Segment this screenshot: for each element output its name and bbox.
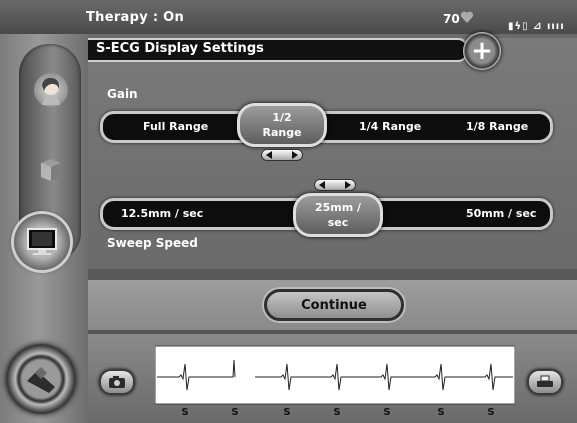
camera-icon: [109, 376, 125, 388]
plus-icon: +: [471, 36, 493, 66]
beat-marker: S: [487, 407, 494, 418]
page-title: S-ECG Display Settings: [96, 41, 264, 56]
patient-icon[interactable]: [34, 73, 68, 107]
gain-option-full-range[interactable]: Full Range: [143, 120, 208, 133]
beat-marker: S: [333, 407, 340, 418]
beat-marker: S: [231, 407, 238, 418]
gain-left-right-arrows-icon[interactable]: [261, 149, 303, 161]
therapy-status: Therapy : On: [86, 10, 185, 25]
display-monitor-icon[interactable]: [14, 214, 70, 270]
gain-selected-line2: Range: [262, 126, 302, 139]
sweep-selected-line2: sec: [327, 216, 349, 229]
gain-option-half-range-selected[interactable]: 1/2 Range: [237, 103, 327, 147]
gain-label: Gain: [107, 87, 138, 101]
beat-marker: S: [383, 407, 390, 418]
heart-icon: [460, 11, 474, 23]
heart-rate-value: 70: [443, 12, 460, 26]
camera-button[interactable]: [99, 369, 135, 395]
screen: Therapy : On 70 ▮ϟ▯ ⊿ ıııı S-ECG Display…: [0, 0, 577, 423]
gain-option-eighth-range[interactable]: 1/8 Range: [466, 120, 528, 133]
battery-signal-icons: ▮ϟ▯ ⊿ ıııı: [508, 21, 565, 32]
beat-marker: S: [181, 407, 188, 418]
printer-icon: [537, 375, 553, 387]
print-button[interactable]: [527, 369, 563, 395]
sweep-selected-line1: 25mm /: [314, 201, 362, 214]
sweep-option-25-selected[interactable]: 25mm / sec: [293, 193, 383, 237]
ecg-strip: S S S S S S S: [155, 345, 515, 418]
beat-marker: S: [437, 407, 444, 418]
hand-wand-icon[interactable]: [6, 344, 76, 414]
device-box-icon[interactable]: [36, 154, 66, 184]
sweep-option-12-5[interactable]: 12.5mm / sec: [121, 207, 203, 220]
sweep-option-50[interactable]: 50mm / sec: [466, 207, 536, 220]
beat-marker: S: [283, 407, 290, 418]
sweep-speed-label: Sweep Speed: [107, 236, 198, 250]
gain-option-quarter-range[interactable]: 1/4 Range: [359, 120, 421, 133]
plus-button[interactable]: +: [463, 32, 501, 70]
sweep-left-right-arrows-icon[interactable]: [314, 179, 356, 191]
continue-button[interactable]: Continue: [264, 289, 404, 321]
gain-selected-line1: 1/2: [272, 111, 292, 124]
